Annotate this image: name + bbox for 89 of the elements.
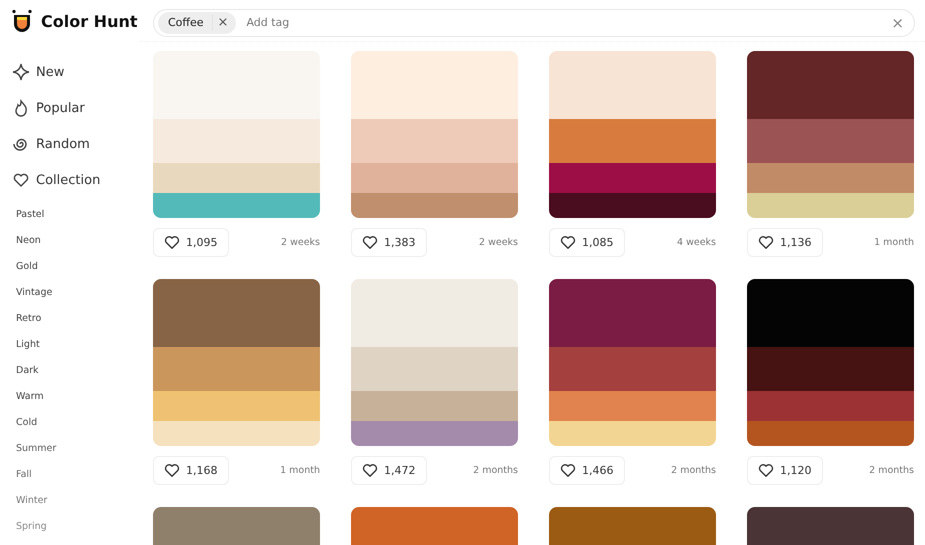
color-swatch[interactable] (747, 391, 914, 421)
heart-icon (164, 235, 180, 250)
time-label: 2 weeks (479, 237, 518, 248)
color-swatch[interactable] (747, 193, 914, 218)
like-button[interactable]: 1,472 (351, 456, 426, 485)
color-swatch[interactable] (549, 279, 716, 347)
heart-icon (560, 235, 576, 250)
tag-link[interactable]: Pastel (16, 202, 44, 228)
like-button[interactable]: 1,120 (747, 456, 822, 485)
color-swatch[interactable] (747, 421, 914, 446)
tag-link[interactable]: Light (16, 332, 40, 358)
color-swatch[interactable] (549, 163, 716, 193)
heart-icon (362, 235, 378, 250)
heart-icon (12, 171, 30, 189)
color-palette[interactable] (747, 279, 914, 446)
color-swatch[interactable] (351, 279, 518, 347)
color-palette[interactable] (351, 51, 518, 218)
color-swatch[interactable] (351, 51, 518, 119)
heart-icon (164, 463, 180, 478)
color-swatch[interactable] (351, 163, 518, 193)
time-label: 2 weeks (281, 237, 320, 248)
logo-title[interactable]: Color Hunt (41, 12, 138, 30)
color-swatch[interactable] (351, 391, 518, 421)
sparkle-icon (12, 63, 30, 81)
time-label: 2 months (473, 465, 518, 476)
color-palette[interactable] (153, 279, 320, 446)
color-swatch[interactable] (747, 279, 914, 347)
color-swatch[interactable] (549, 193, 716, 218)
color-swatch[interactable] (747, 163, 914, 193)
like-button[interactable]: 1,095 (153, 228, 228, 257)
heart-icon (560, 463, 576, 478)
color-palette[interactable] (747, 51, 914, 218)
color-swatch[interactable] (153, 163, 320, 193)
color-swatch[interactable] (153, 119, 320, 163)
color-swatch[interactable] (153, 193, 320, 218)
nav-link[interactable]: Collection (12, 162, 100, 198)
color-swatch[interactable] (351, 347, 518, 391)
tag-link[interactable]: Summer (16, 436, 56, 462)
color-palette[interactable] (549, 51, 716, 218)
color-palette[interactable] (153, 51, 320, 218)
color-swatch[interactable] (747, 347, 914, 391)
tag-link[interactable]: Retro (16, 306, 42, 332)
heart-icon (758, 463, 774, 478)
tag-label: Coffee (167, 16, 205, 29)
like-button[interactable]: 1,168 (153, 456, 228, 485)
color-swatch[interactable] (549, 347, 716, 391)
tag-search-field[interactable]: Coffee × Add tag × (153, 8, 915, 36)
tag-link[interactable]: Winter (16, 488, 48, 514)
like-button[interactable]: 1,466 (549, 456, 624, 485)
color-palette[interactable] (351, 279, 518, 446)
tag-link[interactable]: Warm (16, 384, 44, 410)
time-label: 1 month (874, 237, 914, 248)
nav-link[interactable]: Random (12, 126, 90, 162)
color-swatch[interactable] (549, 119, 716, 163)
nav-link[interactable]: New (12, 54, 64, 90)
color-swatch[interactable] (153, 347, 320, 391)
tag-link[interactable]: Neon (16, 228, 41, 254)
color-swatch[interactable] (549, 421, 716, 446)
heart-icon (362, 463, 378, 478)
color-palette[interactable] (549, 279, 716, 446)
color-swatch[interactable] (747, 119, 914, 163)
remove-tag-button[interactable]: × (212, 15, 236, 30)
clear-button[interactable]: × (885, 14, 910, 32)
color-swatch[interactable] (153, 51, 320, 119)
time-label: 2 months (671, 465, 716, 476)
heart-icon (758, 235, 774, 250)
tag-link[interactable]: Dark (16, 358, 39, 384)
color-swatch[interactable] (153, 421, 320, 446)
logo-icon (11, 9, 33, 33)
tag-link[interactable]: Gold (16, 254, 38, 280)
color-swatch[interactable] (351, 193, 518, 218)
color-swatch[interactable] (153, 279, 320, 347)
color-swatch[interactable] (351, 421, 518, 446)
color-swatch[interactable] (153, 391, 320, 421)
like-button[interactable]: 1,136 (747, 228, 822, 257)
tag-link[interactable]: Fall (16, 462, 32, 488)
tag-link[interactable]: Cold (16, 410, 38, 436)
color-swatch[interactable] (747, 51, 914, 119)
color-swatch[interactable] (351, 119, 518, 163)
time-label: 4 weeks (677, 237, 716, 248)
like-button[interactable]: 1,085 (549, 228, 624, 257)
time-label: 2 months (869, 465, 914, 476)
nav-link[interactable]: Popular (12, 90, 85, 126)
color-swatch[interactable] (549, 51, 716, 119)
color-swatch[interactable] (549, 391, 716, 421)
like-button[interactable]: 1,383 (351, 228, 426, 257)
tag-link[interactable]: Vintage (16, 280, 52, 306)
tag-link[interactable]: Spring (16, 514, 47, 540)
time-label: 1 month (280, 465, 320, 476)
